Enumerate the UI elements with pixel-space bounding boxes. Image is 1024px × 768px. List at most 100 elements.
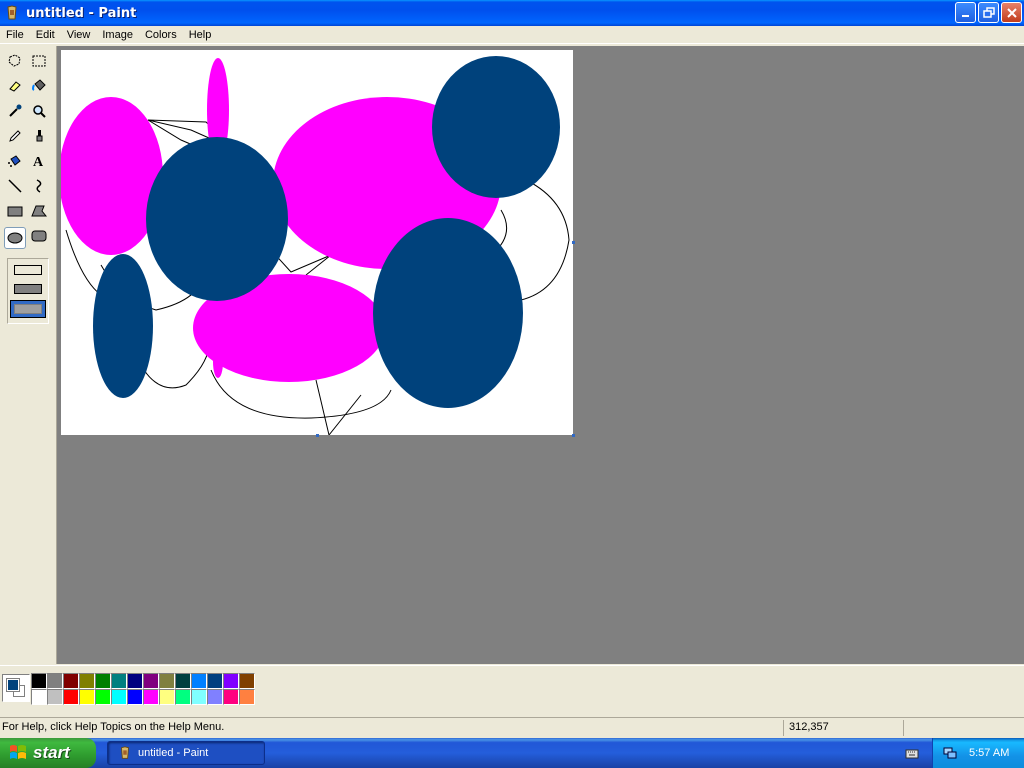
palette-swatch[interactable] bbox=[207, 689, 223, 705]
paint-bucket-icon bbox=[32, 79, 46, 91]
cursor-coordinates: 312,357 bbox=[789, 721, 829, 733]
palette-swatch[interactable] bbox=[63, 689, 79, 705]
palette-swatch[interactable] bbox=[175, 673, 191, 689]
palette-swatch[interactable] bbox=[47, 673, 63, 689]
status-separator bbox=[783, 720, 784, 736]
title-bar: untitled - Paint bbox=[0, 0, 1024, 26]
palette-swatch[interactable] bbox=[95, 689, 111, 705]
canvas-resize-handle-corner[interactable] bbox=[572, 434, 575, 437]
window-title: untitled - Paint bbox=[26, 5, 137, 21]
rectangle-tool[interactable] bbox=[4, 200, 26, 222]
airbrush-icon bbox=[8, 155, 21, 167]
menu-help[interactable]: Help bbox=[183, 29, 218, 41]
navy-ellipse-bottom-left bbox=[93, 254, 153, 398]
toolbox: A bbox=[0, 46, 57, 664]
fill-outline-option[interactable] bbox=[14, 265, 42, 275]
rectangle-icon bbox=[7, 206, 23, 217]
keyboard-icon[interactable] bbox=[905, 746, 919, 760]
palette-swatch[interactable] bbox=[79, 689, 95, 705]
clock[interactable]: 5:57 AM bbox=[969, 747, 1009, 759]
menu-bar: File Edit View Image Colors Help bbox=[0, 26, 1024, 44]
navy-ellipse-center bbox=[146, 137, 288, 301]
polygon-tool[interactable] bbox=[28, 200, 50, 222]
palette-swatch[interactable] bbox=[143, 673, 159, 689]
curve-tool[interactable] bbox=[28, 175, 50, 197]
minimize-icon bbox=[961, 14, 969, 17]
magenta-drip bbox=[213, 346, 223, 378]
paint-app-icon bbox=[7, 5, 17, 20]
palette-swatch[interactable] bbox=[191, 673, 207, 689]
palette-swatch[interactable] bbox=[47, 689, 63, 705]
rect-select-icon bbox=[32, 55, 46, 67]
color-palette-bar bbox=[0, 665, 1024, 713]
palette-swatch[interactable] bbox=[95, 673, 111, 689]
brush-icon bbox=[36, 130, 43, 142]
close-button[interactable] bbox=[1001, 2, 1022, 23]
canvas-drawing bbox=[61, 56, 570, 435]
ellipse-tool[interactable] bbox=[4, 227, 26, 249]
palette-swatch[interactable] bbox=[111, 673, 127, 689]
fill-with-color-tool[interactable] bbox=[28, 75, 50, 97]
canvas-resize-handle-bottom[interactable] bbox=[316, 434, 319, 437]
text-tool[interactable]: A bbox=[28, 150, 50, 172]
text-icon: A bbox=[33, 155, 44, 169]
pencil-tool[interactable] bbox=[4, 125, 26, 147]
palette-swatch[interactable] bbox=[159, 673, 175, 689]
menu-image[interactable]: Image bbox=[96, 29, 139, 41]
magnifier-tool[interactable] bbox=[28, 100, 50, 122]
rounded-rectangle-tool[interactable] bbox=[28, 225, 50, 247]
eyedropper-icon bbox=[9, 104, 22, 117]
palette-swatch[interactable] bbox=[207, 673, 223, 689]
palette-swatch[interactable] bbox=[159, 689, 175, 705]
polygon-icon bbox=[31, 205, 47, 217]
palette-swatch[interactable] bbox=[79, 673, 95, 689]
airbrush-tool[interactable] bbox=[4, 150, 26, 172]
eraser-tool[interactable] bbox=[4, 75, 26, 97]
line-tool[interactable] bbox=[4, 175, 26, 197]
palette-swatch[interactable] bbox=[223, 673, 239, 689]
palette-swatch[interactable] bbox=[223, 689, 239, 705]
palette-swatch[interactable] bbox=[127, 673, 143, 689]
pencil-icon bbox=[9, 130, 21, 142]
curve-icon bbox=[36, 179, 42, 193]
brush-tool[interactable] bbox=[28, 125, 50, 147]
windows-logo-icon bbox=[10, 745, 26, 759]
fill-outline-and-fill-option[interactable] bbox=[14, 284, 42, 294]
system-tray: 5:57 AM bbox=[932, 738, 1024, 768]
ellipse-icon bbox=[7, 232, 23, 244]
restore-icon bbox=[982, 6, 995, 18]
free-form-select-icon bbox=[8, 54, 21, 67]
palette-swatch[interactable] bbox=[175, 689, 191, 705]
menu-colors[interactable]: Colors bbox=[139, 29, 183, 41]
menu-edit[interactable]: Edit bbox=[30, 29, 61, 41]
paint-app-icon bbox=[121, 746, 129, 759]
rounded-rectangle-icon bbox=[31, 230, 47, 242]
palette-swatch[interactable] bbox=[111, 689, 127, 705]
palette-swatch[interactable] bbox=[191, 689, 207, 705]
drawing-canvas[interactable] bbox=[61, 50, 573, 435]
palette-swatch[interactable] bbox=[239, 673, 255, 689]
select-tool[interactable] bbox=[28, 50, 50, 72]
palette-swatch[interactable] bbox=[63, 673, 79, 689]
palette-swatch[interactable] bbox=[239, 689, 255, 705]
menu-file[interactable]: File bbox=[0, 29, 30, 41]
fill-solid-option[interactable] bbox=[14, 304, 42, 314]
pick-color-tool[interactable] bbox=[4, 100, 26, 122]
minimize-button[interactable] bbox=[955, 2, 976, 23]
current-colors-box[interactable] bbox=[2, 674, 30, 702]
outline-scribble-7 bbox=[520, 179, 570, 301]
network-icon[interactable] bbox=[943, 746, 957, 760]
palette-swatch[interactable] bbox=[127, 689, 143, 705]
menu-view[interactable]: View bbox=[61, 29, 97, 41]
canvas-resize-handle-right[interactable] bbox=[572, 241, 575, 244]
free-form-select-tool[interactable] bbox=[4, 50, 26, 72]
foreground-color-swatch[interactable] bbox=[6, 678, 20, 692]
restore-button[interactable] bbox=[978, 2, 999, 23]
outline-scribble-5 bbox=[315, 379, 362, 435]
start-button[interactable]: start bbox=[0, 738, 96, 768]
palette-swatch[interactable] bbox=[31, 689, 47, 705]
start-label: start bbox=[33, 743, 70, 762]
taskbar-item-paint[interactable]: untitled - Paint bbox=[107, 741, 265, 765]
palette-swatch[interactable] bbox=[31, 673, 47, 689]
palette-swatch[interactable] bbox=[143, 689, 159, 705]
